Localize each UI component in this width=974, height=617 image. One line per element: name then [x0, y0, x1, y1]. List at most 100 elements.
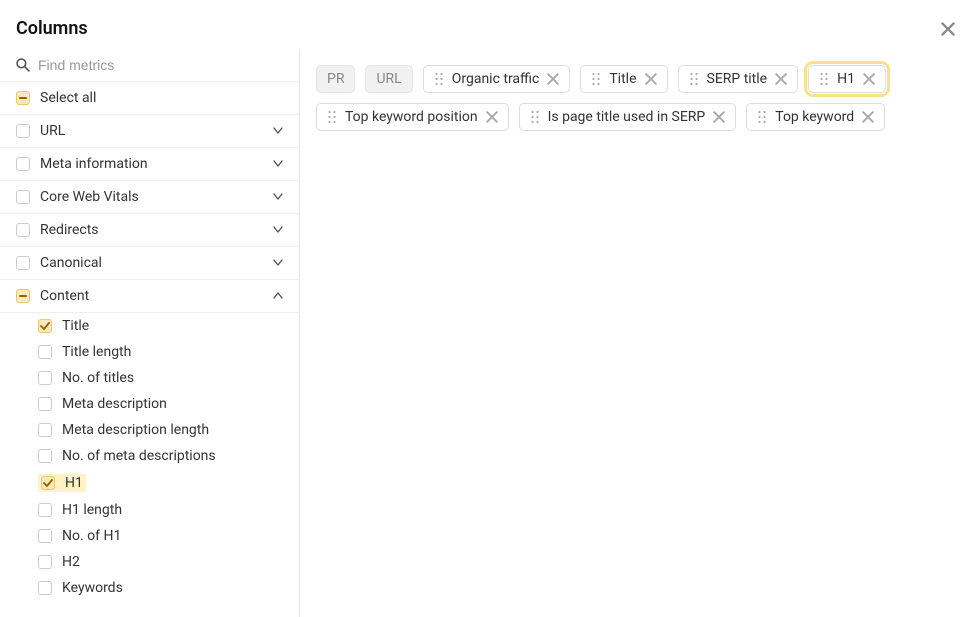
grip-icon[interactable]	[530, 110, 540, 124]
group-checkbox[interactable]	[16, 157, 30, 171]
content-item-label: No. of H1	[62, 528, 121, 544]
content-item[interactable]: Keywords	[0, 575, 299, 601]
group-label: Redirects	[40, 222, 99, 238]
remove-chip-icon[interactable]	[713, 111, 725, 123]
group-checkbox[interactable]	[16, 124, 30, 138]
remove-chip-icon[interactable]	[862, 111, 874, 123]
content-item-label: Keywords	[62, 580, 123, 596]
grip-icon[interactable]	[591, 72, 601, 86]
content-item-checkbox[interactable]	[38, 371, 52, 385]
content-item-checkbox[interactable]	[38, 529, 52, 543]
content-item[interactable]: H2	[0, 549, 299, 575]
chip-label: URL	[376, 71, 401, 87]
content-item-checkbox[interactable]	[38, 555, 52, 569]
content-item-label: No. of titles	[62, 370, 134, 386]
chip-label: Top keyword	[775, 109, 854, 125]
remove-chip-icon[interactable]	[863, 73, 875, 85]
select-all-label: Select all	[40, 90, 96, 106]
search-row	[0, 49, 299, 82]
chip[interactable]: Top keyword position	[316, 103, 509, 131]
content-item-label: Meta description length	[62, 422, 209, 438]
content-item-label: Title length	[62, 344, 131, 360]
content-item[interactable]: Meta description length	[0, 417, 299, 443]
chevron-down-icon	[273, 126, 283, 136]
main-panel: PR URL Organic traffic Title SERP title H1 Top…	[300, 49, 974, 617]
check-icon	[43, 478, 53, 488]
grip-icon[interactable]	[819, 72, 829, 86]
columns-modal: Columns Select all URL Meta information Co…	[0, 0, 974, 617]
chip[interactable]: Top keyword	[746, 103, 885, 131]
group-content[interactable]: Content	[0, 280, 299, 313]
search-icon	[16, 58, 30, 72]
content-item[interactable]: No. of titles	[0, 365, 299, 391]
grip-icon[interactable]	[327, 110, 337, 124]
group-checkbox[interactable]	[16, 223, 30, 237]
content-item-checkbox[interactable]	[38, 397, 52, 411]
content-item[interactable]: H1	[0, 469, 299, 497]
close-icon	[941, 22, 955, 36]
content-item-label: H1 length	[62, 502, 122, 518]
modal-title: Columns	[16, 18, 88, 39]
content-item-checkbox[interactable]	[38, 503, 52, 517]
search-input[interactable]	[38, 57, 283, 73]
group-row[interactable]: Redirects	[0, 214, 299, 247]
content-item-label: Title	[62, 318, 89, 334]
remove-chip-icon[interactable]	[547, 73, 559, 85]
content-item-checkbox[interactable]	[41, 476, 55, 490]
content-item[interactable]: No. of meta descriptions	[0, 443, 299, 469]
chevron-up-icon	[273, 291, 283, 301]
grip-icon[interactable]	[434, 72, 444, 86]
chevron-down-icon	[273, 192, 283, 202]
group-content-checkbox[interactable]	[16, 289, 30, 303]
remove-chip-icon[interactable]	[645, 73, 657, 85]
chip-label: Top keyword position	[345, 109, 478, 125]
group-label: Core Web Vitals	[40, 189, 139, 205]
content-item-label: No. of meta descriptions	[62, 448, 216, 464]
chip-label: Is page title used in SERP	[548, 109, 706, 125]
group-label: URL	[40, 123, 65, 139]
close-button[interactable]	[938, 19, 958, 39]
content-item[interactable]: Title length	[0, 339, 299, 365]
group-row[interactable]: Core Web Vitals	[0, 181, 299, 214]
group-row[interactable]: Meta information	[0, 148, 299, 181]
chip-locked: URL	[365, 65, 412, 93]
modal-header: Columns	[0, 0, 974, 49]
content-item-checkbox[interactable]	[38, 581, 52, 595]
chip[interactable]: SERP title	[678, 65, 799, 93]
grip-icon[interactable]	[689, 72, 699, 86]
chevron-down-icon	[273, 258, 283, 268]
grip-icon[interactable]	[757, 110, 767, 124]
content-item-checkbox[interactable]	[38, 423, 52, 437]
chip[interactable]: H1	[808, 65, 886, 93]
remove-chip-icon[interactable]	[486, 111, 498, 123]
content-item[interactable]: H1 length	[0, 497, 299, 523]
chip-label: PR	[327, 71, 344, 87]
chevron-down-icon	[273, 159, 283, 169]
group-label: Meta information	[40, 156, 148, 172]
content-item[interactable]: Meta description	[0, 391, 299, 417]
chip-label: Organic traffic	[452, 71, 540, 87]
chip[interactable]: Title	[580, 65, 667, 93]
content-item-checkbox[interactable]	[38, 319, 52, 333]
chips-container: PR URL Organic traffic Title SERP title H1 Top…	[316, 65, 958, 131]
chip-label: Title	[609, 71, 636, 87]
content-item-checkbox[interactable]	[38, 449, 52, 463]
chip[interactable]: Is page title used in SERP	[519, 103, 737, 131]
sidebar: Select all URL Meta information Core Web V…	[0, 49, 300, 617]
content-item-checkbox[interactable]	[38, 345, 52, 359]
content-item-label: H2	[62, 554, 80, 570]
chip-locked: PR	[316, 65, 355, 93]
group-row[interactable]: Canonical	[0, 247, 299, 280]
remove-chip-icon[interactable]	[775, 73, 787, 85]
select-all-row[interactable]: Select all	[0, 82, 299, 115]
group-checkbox[interactable]	[16, 256, 30, 270]
content-item[interactable]: Title	[0, 313, 299, 339]
chevron-down-icon	[273, 225, 283, 235]
chip[interactable]: Organic traffic	[423, 65, 571, 93]
content-item[interactable]: No. of H1	[0, 523, 299, 549]
group-row[interactable]: URL	[0, 115, 299, 148]
group-content-label: Content	[40, 288, 89, 304]
modal-body: Select all URL Meta information Core Web V…	[0, 49, 974, 617]
group-checkbox[interactable]	[16, 190, 30, 204]
select-all-checkbox[interactable]	[16, 91, 30, 105]
